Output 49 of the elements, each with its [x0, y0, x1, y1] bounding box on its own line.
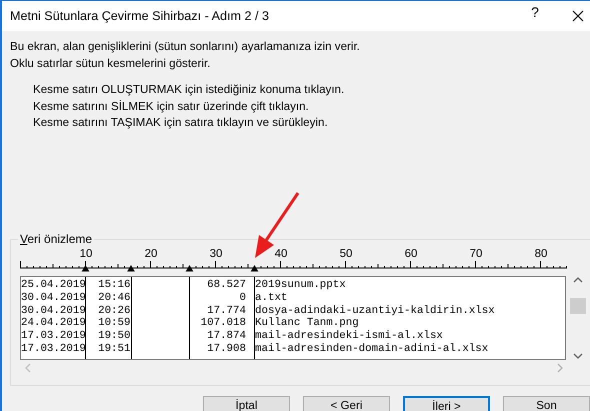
ruler-number: 20: [144, 248, 158, 260]
table-cell-text: 68.527: [206, 279, 247, 292]
window-title: Metni Sütunlara Çevirme Sihirbazı - Adım 2 / 3: [10, 9, 270, 23]
table-cell: 17.03.2019: [21, 330, 86, 343]
ruler-number: 50: [340, 248, 352, 260]
table-cell-text: 20:26: [97, 304, 132, 318]
instruction-text: Kesme satırını SİLMEK için satır üzerinde çift tıklayın.: [33, 98, 310, 114]
ruler-number: 80: [534, 248, 548, 260]
scroll-down-icon[interactable]: [573, 353, 583, 360]
table-cell-text: dosya-adindaki-uzantiyi-kaldirin.xlsx: [255, 304, 496, 317]
column-break-line[interactable]: [130, 277, 132, 359]
ruler-number: 70: [470, 248, 482, 260]
wizard-button[interactable]: Son: [503, 396, 590, 411]
table-cell-text: 15:16: [97, 279, 132, 292]
table-cell-text: 17.774: [206, 304, 247, 318]
table-cell: 30.04.2019: [21, 304, 86, 318]
table-cell-text: 17.908: [206, 342, 247, 356]
ruler-number: 10: [80, 248, 92, 260]
description-text: Oklu satırlar sütun kesmelerini gösterir.: [10, 56, 212, 72]
ruler-number: 60: [404, 248, 418, 260]
close-icon[interactable]: [572, 10, 584, 22]
table-cell-text: 17.874: [206, 330, 247, 343]
preview-label: Veri önizleme: [19, 232, 94, 246]
table-cell: 17.03.2019: [21, 342, 86, 356]
scroll-up-icon[interactable]: [573, 276, 583, 283]
table-cell-text: Kullanc Tanm.png: [255, 317, 360, 330]
data-preview-pane[interactable]: [20, 276, 566, 360]
wizard-button[interactable]: İleri >: [403, 396, 490, 411]
instruction-text: Kesme satırını TAŞIMAK için satıra tıklayın ve sürükleyin.: [33, 115, 329, 131]
description-text: Bu ekran, alan genişliklerini (sütun sonlarını) ayarlamanıza izin verir.: [10, 39, 361, 55]
instruction-text: Kesme satırı OLUŞTURMAK için istediğiniz konuma tıklayın.: [33, 82, 346, 98]
table-cell-text: mail-adresinden-domain-adini-al.xlsx: [255, 342, 490, 356]
table-cell-text: 20:46: [97, 292, 132, 305]
help-button[interactable]: ?: [528, 4, 542, 28]
table-cell-text: 0: [238, 292, 247, 305]
table-cell: 30.04.2019: [21, 292, 86, 305]
table-cell: 24.04.2019: [21, 317, 86, 330]
table-cell-text: 2019sunum.pptx: [255, 279, 347, 292]
table-cell-text: a.txt: [255, 292, 288, 305]
table-cell-text: mail-adresindeki-ismi-al.xlsx: [255, 330, 444, 343]
wizard-button[interactable]: < Geri: [303, 396, 390, 411]
table-cell-text: 107.018: [200, 317, 247, 330]
table-cell-text: 19:50: [97, 330, 132, 343]
table-cell: 25.04.2019: [21, 279, 86, 292]
scrollbar-thumb[interactable]: [570, 298, 586, 314]
ruler-number: 40: [274, 248, 288, 260]
table-cell-text: 19:51: [97, 342, 132, 356]
table-cell-text: 10:59: [97, 317, 132, 330]
ruler-number: 30: [210, 248, 222, 260]
